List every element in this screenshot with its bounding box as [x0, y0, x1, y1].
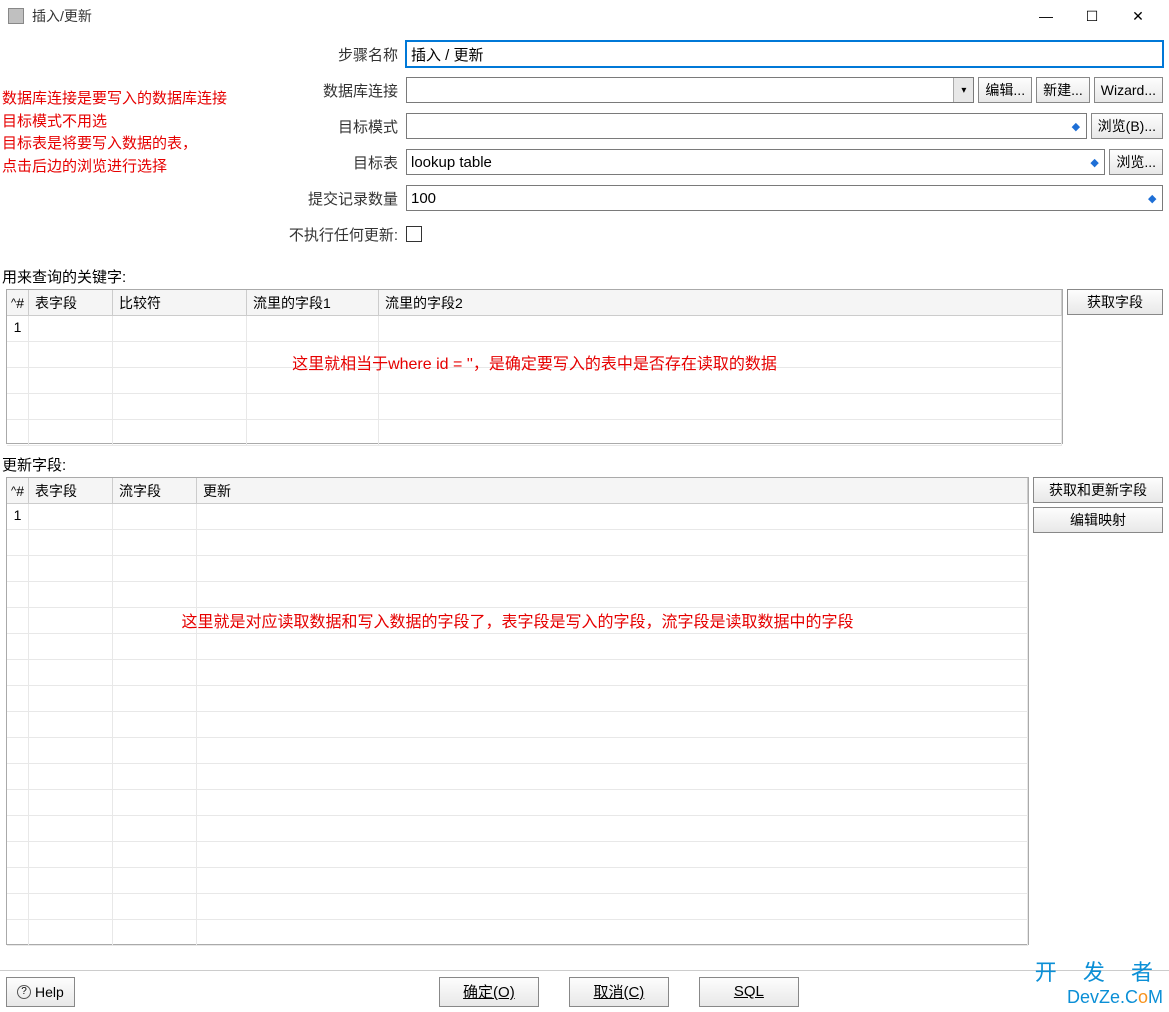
target-table-input[interactable]: lookup table ◆: [406, 149, 1105, 175]
cell[interactable]: [197, 504, 1028, 529]
ok-button[interactable]: 确定(O): [439, 977, 539, 1007]
close-button[interactable]: ✕: [1115, 0, 1161, 32]
step-name-label: 步骤名称: [6, 44, 406, 65]
cell[interactable]: [379, 316, 1062, 341]
update-fields-label: 更新字段:: [0, 450, 1169, 477]
row-number: 1: [7, 316, 29, 341]
maximize-button[interactable]: ☐: [1069, 0, 1115, 32]
get-update-fields-button[interactable]: 获取和更新字段: [1033, 477, 1163, 503]
window-title: 插入/更新: [32, 6, 1023, 26]
table-row[interactable]: [7, 920, 1028, 946]
chevron-down-icon[interactable]: ▾: [953, 78, 973, 102]
cell[interactable]: [247, 316, 379, 341]
title-bar: 插入/更新 — ☐ ✕: [0, 0, 1169, 32]
wizard-button[interactable]: Wizard...: [1094, 77, 1163, 103]
grid-header: ^# 表字段 流字段 更新: [7, 478, 1028, 504]
get-fields-button[interactable]: 获取字段: [1067, 289, 1163, 315]
col-stream-field2[interactable]: 流里的字段2: [379, 290, 1062, 315]
update-fields-grid[interactable]: ^# 表字段 流字段 更新 1: [6, 477, 1029, 945]
table-row[interactable]: [7, 394, 1062, 420]
table-row[interactable]: [7, 420, 1062, 446]
bottom-bar: ? Help 确定(O) 取消(C) SQL 开 发 者 DevZe.CoM: [0, 970, 1169, 1012]
diamond-icon: ◆: [1072, 120, 1086, 133]
col-update[interactable]: 更新: [197, 478, 1028, 503]
diamond-icon: ◆: [1090, 156, 1104, 169]
cancel-button[interactable]: 取消(C): [569, 977, 669, 1007]
no-update-label: 不执行任何更新:: [6, 224, 406, 245]
col-comparator[interactable]: 比较符: [113, 290, 247, 315]
update-fields-area: ^# 表字段 流字段 更新 1: [0, 477, 1169, 951]
cell[interactable]: [113, 504, 197, 529]
lookup-keys-label: 用来查询的关键字:: [0, 262, 1169, 289]
col-hash: ^#: [7, 478, 29, 503]
col-table-field[interactable]: 表字段: [29, 478, 113, 503]
help-icon: ?: [17, 985, 31, 999]
table-row[interactable]: [7, 660, 1028, 686]
table-row[interactable]: [7, 764, 1028, 790]
table-row[interactable]: 1: [7, 504, 1028, 530]
table-row[interactable]: [7, 634, 1028, 660]
help-button[interactable]: ? Help: [6, 977, 75, 1007]
watermark-cn: 开 发 者: [1035, 955, 1163, 987]
table-row[interactable]: [7, 894, 1028, 920]
col-hash: ^#: [7, 290, 29, 315]
no-update-checkbox[interactable]: [406, 226, 422, 242]
watermark-en: DevZe.CoM: [1035, 987, 1163, 1008]
help-label: Help: [35, 984, 64, 1000]
commit-size-input[interactable]: 100 ◆: [406, 185, 1163, 211]
annotation-table1: 这里就相当于where id = ''，是确定要写入的表中是否存在读取的数据: [7, 350, 1062, 374]
commit-size-label: 提交记录数量: [6, 188, 406, 209]
table-row[interactable]: [7, 712, 1028, 738]
commit-size-value: 100: [407, 190, 1148, 207]
lookup-keys-area: ^# 表字段 比较符 流里的字段1 流里的字段2 1 这里就相当于where i…: [0, 289, 1169, 450]
edit-button[interactable]: 编辑...: [978, 77, 1032, 103]
table-row[interactable]: [7, 556, 1028, 582]
db-connection-combo[interactable]: ▾: [406, 77, 974, 103]
target-schema-input[interactable]: ◆: [406, 113, 1087, 139]
diamond-icon: ◆: [1148, 192, 1162, 205]
table-row[interactable]: 1: [7, 316, 1062, 342]
col-table-field[interactable]: 表字段: [29, 290, 113, 315]
window-controls: — ☐ ✕: [1023, 0, 1161, 32]
browse-table-button[interactable]: 浏览...: [1109, 149, 1163, 175]
watermark: 开 发 者 DevZe.CoM: [1035, 955, 1163, 1008]
table-row[interactable]: [7, 790, 1028, 816]
new-button[interactable]: 新建...: [1036, 77, 1090, 103]
row-number: 1: [7, 504, 29, 529]
annotation-left: 数据库连接是要写入的数据库连接 目标模式不用选 目标表是将要写入数据的表， 点击…: [2, 88, 227, 178]
table-row[interactable]: [7, 582, 1028, 608]
table-row[interactable]: [7, 816, 1028, 842]
cell[interactable]: [29, 316, 113, 341]
cell[interactable]: [113, 316, 247, 341]
step-name-input[interactable]: [406, 41, 1163, 67]
table-row[interactable]: [7, 686, 1028, 712]
form-area: 数据库连接是要写入的数据库连接 目标模式不用选 目标表是将要写入数据的表， 点击…: [0, 32, 1169, 262]
cell[interactable]: [29, 504, 113, 529]
target-table-value: lookup table: [407, 154, 1090, 171]
table-row[interactable]: [7, 530, 1028, 556]
col-stream-field[interactable]: 流字段: [113, 478, 197, 503]
col-stream-field1[interactable]: 流里的字段1: [247, 290, 379, 315]
grid-header: ^# 表字段 比较符 流里的字段1 流里的字段2: [7, 290, 1062, 316]
minimize-button[interactable]: —: [1023, 0, 1069, 32]
table-row[interactable]: [7, 842, 1028, 868]
browse-schema-button[interactable]: 浏览(B)...: [1091, 113, 1163, 139]
table-row[interactable]: [7, 868, 1028, 894]
edit-mapping-button[interactable]: 编辑映射: [1033, 507, 1163, 533]
table-row[interactable]: [7, 738, 1028, 764]
lookup-keys-grid[interactable]: ^# 表字段 比较符 流里的字段1 流里的字段2 1 这里就相当于where i…: [6, 289, 1063, 444]
annotation-table2: 这里就是对应读取数据和写入数据的字段了，表字段是写入的字段，流字段是读取数据中的…: [7, 608, 1028, 632]
app-icon: [8, 8, 24, 24]
sql-button[interactable]: SQL: [699, 977, 799, 1007]
